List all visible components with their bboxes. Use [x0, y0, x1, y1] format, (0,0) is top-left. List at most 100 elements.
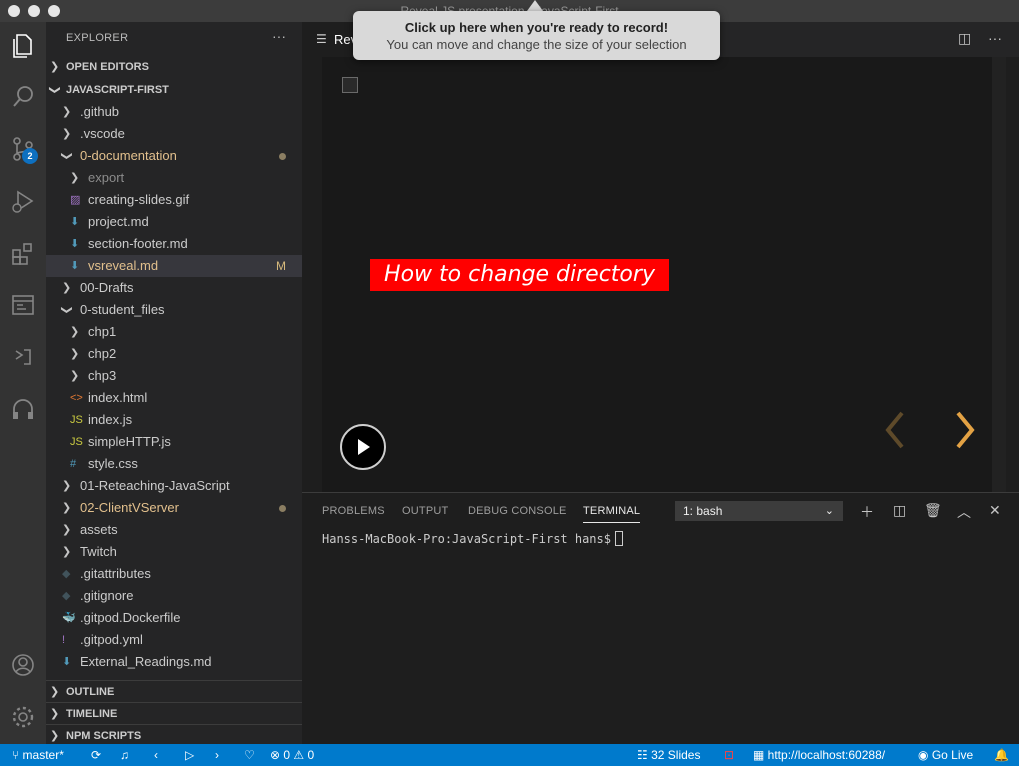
tree-item[interactable]: ❯ 0-documentation — [46, 145, 302, 167]
account-icon[interactable] — [8, 650, 38, 680]
tab-problems[interactable]: PROBLEMS — [322, 505, 385, 517]
notifications-bell-icon[interactable]: 🔔 — [994, 744, 1009, 766]
headphones-icon[interactable] — [8, 394, 38, 424]
css-icon: # — [70, 458, 77, 470]
prev-slide-arrow[interactable] — [880, 407, 910, 453]
tree-item[interactable]: JS simpleHTTP.js — [46, 431, 302, 453]
split-editor-icon[interactable]: ◫ — [958, 30, 971, 47]
problems-status[interactable]: ⊗ 0 ⚠ 0 — [270, 744, 314, 766]
tree-item[interactable]: ❯ 02-ClientVServer — [46, 497, 302, 519]
tree-item-label: .github — [80, 104, 120, 119]
tree-item[interactable]: ⬇ External_Readings.md — [46, 651, 302, 673]
prev-icon[interactable]: ‹ — [154, 744, 158, 766]
terminal-select[interactable]: 1: bash ⌄ — [675, 501, 843, 521]
timeline-section[interactable]: ❯ TIMELINE — [46, 702, 302, 724]
more-actions-icon[interactable]: ··· — [988, 30, 1002, 46]
tree-item[interactable]: ⬇ project.md — [46, 211, 302, 233]
tree-item[interactable]: ◆ .gitignore — [46, 585, 302, 607]
tree-item[interactable]: ❯ 00-Drafts — [46, 277, 302, 299]
tree-item[interactable]: ! .gitpod.yml — [46, 629, 302, 651]
tab-output[interactable]: OUTPUT — [402, 505, 448, 517]
tooltip-title: Click up here when you're ready to recor… — [404, 20, 669, 35]
search-icon[interactable] — [8, 82, 38, 112]
tab-terminal[interactable]: TERMINAL — [583, 505, 640, 517]
tree-item[interactable]: ❯ chp2 — [46, 343, 302, 365]
tree-item-label: External_Readings.md — [80, 654, 212, 669]
tree-item[interactable]: ⬇ vsreveal.md M — [46, 255, 302, 277]
tree-item[interactable]: ⬇ section-footer.md — [46, 233, 302, 255]
chevron-down-icon: ⌄ — [824, 505, 834, 517]
heart-icon[interactable]: ♡ — [244, 744, 255, 766]
preview-icon: ☰ — [316, 32, 327, 46]
branch-status[interactable]: ⑂ master* — [12, 744, 64, 766]
chevron-right-icon: ❯ — [50, 61, 60, 73]
terminal-cursor — [614, 531, 623, 546]
server-status[interactable]: ▦ http://localhost:60288/ — [753, 744, 885, 766]
tree-item[interactable]: <> index.html — [46, 387, 302, 409]
markdown-icon: ⬇ — [62, 656, 72, 668]
chevron-down-icon: ❯ — [48, 85, 61, 95]
tree-item-label: section-footer.md — [88, 236, 188, 251]
new-terminal-icon[interactable]: ＋ — [860, 502, 874, 522]
go-live-button[interactable]: ◉ Go Live — [918, 744, 973, 766]
tree-item[interactable]: ❯ 0-student_files — [46, 299, 302, 321]
explorer-more-actions-icon[interactable]: ··· — [272, 28, 286, 44]
live-share-status-icon[interactable]: ♫ — [120, 744, 129, 766]
tree-item[interactable]: ❯ 01-Reteaching-JavaScript — [46, 475, 302, 497]
files-icon[interactable] — [8, 30, 38, 60]
tree-item-label: simpleHTTP.js — [88, 434, 171, 449]
reveal-preview[interactable]: How to change directory — [322, 57, 992, 492]
tree-item[interactable]: JS index.js — [46, 409, 302, 431]
outline-section[interactable]: ❯ OUTLINE — [46, 680, 302, 702]
tree-item[interactable]: ❯ Twitch — [46, 541, 302, 563]
tree-item[interactable]: ◆ .gitattributes — [46, 563, 302, 585]
extensions-icon[interactable] — [8, 238, 38, 268]
tree-item-label: chp2 — [88, 346, 117, 361]
npm-scripts-label: NPM SCRIPTS — [66, 730, 142, 742]
chevron-right-icon: ❯ — [62, 480, 72, 492]
tree-item-label: Twitch — [80, 544, 117, 559]
tree-item[interactable]: 🐳 .gitpod.Dockerfile — [46, 607, 302, 629]
tree-item-label: .vscode — [80, 126, 125, 141]
live-share-icon[interactable] — [8, 342, 38, 372]
next-icon[interactable]: › — [215, 744, 219, 766]
editor-scrollbar[interactable] — [992, 57, 1006, 492]
slides-status[interactable]: ☷ 32 Slides — [637, 744, 700, 766]
terminal-prompt[interactable]: Hanss-MacBook-Pro:JavaScript-First hans$ — [322, 531, 623, 546]
maximize-panel-icon[interactable]: ︿ — [957, 502, 971, 522]
npm-scripts-section[interactable]: ❯ NPM SCRIPTS — [46, 724, 302, 746]
javascript-icon: JS — [70, 414, 83, 426]
sync-icon[interactable]: ⟳ — [91, 744, 101, 766]
tooltip-pointer — [527, 0, 543, 11]
open-editors-section[interactable]: ❯ OPEN EDITORS — [46, 56, 302, 78]
tree-item[interactable]: ❯ export — [46, 167, 302, 189]
tree-item[interactable]: ❯ .github — [46, 101, 302, 123]
next-slide-arrow[interactable] — [950, 407, 980, 453]
git-branch-icon: ⑂ — [12, 748, 23, 762]
tree-item-label: chp3 — [88, 368, 117, 383]
tree-item[interactable]: ❯ chp1 — [46, 321, 302, 343]
tree-item-label: .gitattributes — [80, 566, 151, 581]
editor-area: ☰ Reveal JS presentation ◫ ··· How to ch… — [302, 22, 1019, 492]
close-panel-icon[interactable]: ✕ — [989, 502, 1001, 519]
tooltip-subtitle: You can move and change the size of your… — [386, 37, 687, 52]
remote-explorer-icon[interactable] — [8, 290, 38, 320]
tree-item[interactable]: # style.css — [46, 453, 302, 475]
record-icon[interactable]: ⊡ — [724, 744, 734, 766]
tab-debug-console[interactable]: DEBUG CONSOLE — [468, 505, 567, 517]
play-button[interactable] — [340, 424, 386, 470]
tree-item[interactable]: ❯ .vscode — [46, 123, 302, 145]
recording-tooltip[interactable]: Click up here when you're ready to recor… — [353, 11, 720, 60]
split-terminal-icon[interactable]: ◫ — [893, 502, 906, 519]
settings-gear-icon[interactable] — [8, 702, 38, 732]
yaml-icon: ! — [62, 634, 66, 646]
run-debug-icon[interactable] — [8, 186, 38, 216]
tree-item[interactable]: ▨ creating-slides.gif — [46, 189, 302, 211]
tree-item-label: .gitignore — [80, 588, 134, 603]
tree-item[interactable]: ❯ assets — [46, 519, 302, 541]
project-section[interactable]: ❯ JAVASCRIPT-FIRST — [46, 79, 302, 101]
tree-item[interactable]: ❯ chp3 — [46, 365, 302, 387]
play-status-icon[interactable]: ▷ — [185, 744, 194, 766]
open-editors-label: OPEN EDITORS — [66, 61, 149, 73]
kill-terminal-icon[interactable]: 🗑 — [924, 502, 942, 519]
